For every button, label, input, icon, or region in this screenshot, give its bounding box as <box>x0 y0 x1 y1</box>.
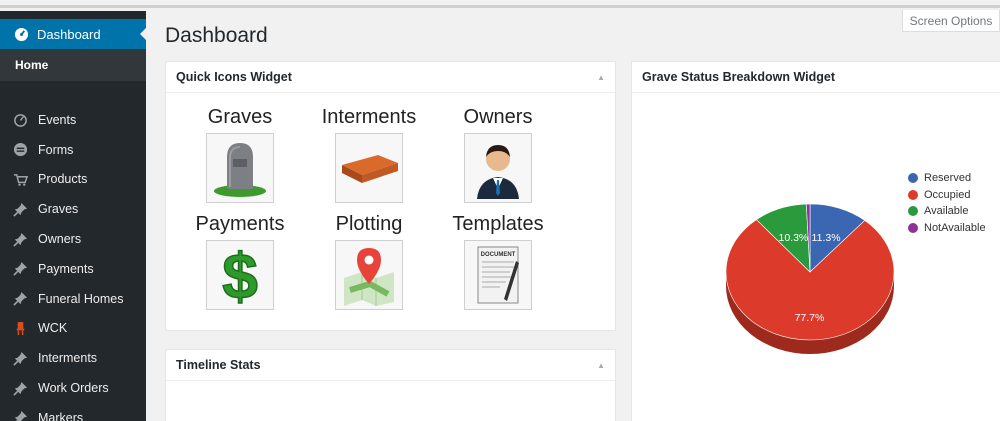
quick-icon-payments[interactable]: Payments $ <box>175 211 305 310</box>
coffin-icon[interactable] <box>335 133 403 203</box>
chart-legend: Reserved Occupied Available NotAvailable <box>908 170 986 236</box>
quick-icon-plotting[interactable]: Plotting <box>304 211 434 310</box>
sidebar-item-label: Graves <box>38 202 79 217</box>
timer-icon <box>12 112 28 128</box>
widget-title: Grave Status Breakdown Widget <box>642 70 835 84</box>
svg-text:$: $ <box>222 242 258 308</box>
widget-title: Quick Icons Widget <box>176 70 292 84</box>
collapse-toggle-icon[interactable]: ▲ <box>597 73 605 82</box>
screen-options-button[interactable]: Screen Options <box>902 10 1000 32</box>
legend-label: Reserved <box>924 172 972 185</box>
pin-icon <box>12 410 28 421</box>
page-title: Dashboard <box>165 24 268 47</box>
sidebar-item-payments[interactable]: Payments <box>0 254 146 284</box>
sidebar-item-wck[interactable]: WCK <box>0 314 146 344</box>
collapse-toggle-icon[interactable]: ▲ <box>597 361 605 370</box>
sidebar-item-label: Work Orders <box>38 381 109 396</box>
sidebar-item-markers[interactable]: Markers <box>0 403 146 421</box>
document-label: DOCUMENT <box>481 252 516 258</box>
legend-item-notavailable[interactable]: NotAvailable <box>908 220 986 237</box>
sidebar-item-products[interactable]: Products <box>0 165 146 195</box>
sidebar-item-home[interactable]: Home <box>0 49 146 81</box>
sidebar-item-label: Events <box>38 112 77 127</box>
legend-item-reserved[interactable]: Reserved <box>908 170 986 187</box>
cart-icon <box>12 171 28 187</box>
legend-swatch <box>908 189 918 200</box>
pin-icon <box>12 350 28 366</box>
quick-icon-graves[interactable]: Graves <box>175 104 305 203</box>
pin-icon <box>12 231 28 247</box>
sidebar-item-work-orders[interactable]: Work Orders <box>0 373 146 403</box>
chair-icon <box>12 320 28 336</box>
sidebar-item-events[interactable]: Events <box>0 105 146 135</box>
map-pin-icon[interactable] <box>335 240 403 310</box>
legend-label: NotAvailable <box>924 221 986 234</box>
quick-icon-label: Payments <box>195 213 285 235</box>
sidebar-item-label: Dashboard <box>37 26 101 42</box>
legend-item-occupied[interactable]: Occupied <box>908 187 986 204</box>
quick-icon-label: Graves <box>207 106 273 128</box>
quick-icon-label: Interments <box>321 106 417 128</box>
sidebar-item-label: Funeral Homes <box>38 291 124 306</box>
forms-icon <box>12 142 28 158</box>
sidebar-item-forms[interactable]: Forms <box>0 135 146 165</box>
legend-swatch <box>908 206 918 217</box>
sidebar-item-label: Markers <box>38 410 84 421</box>
quick-icon-label: Owners <box>463 106 533 128</box>
legend-item-available[interactable]: Available <box>908 203 986 220</box>
sidebar-item-label: Owners <box>38 232 82 247</box>
legend-swatch <box>908 173 918 184</box>
widget-header[interactable]: Grave Status Breakdown Widget <box>632 62 1000 93</box>
dashboard-icon <box>13 26 29 42</box>
quick-icon-templates[interactable]: Templates DOCUMENT <box>433 211 563 310</box>
pin-icon <box>12 380 28 396</box>
admin-sidebar: Dashboard Home Events Forms Products Graves… <box>0 11 147 421</box>
person-icon[interactable] <box>464 133 532 203</box>
sidebar-item-label: Home <box>15 58 49 72</box>
sidebar-item-label: Interments <box>38 351 98 366</box>
legend-label: Available <box>924 205 969 218</box>
document-icon[interactable]: DOCUMENT <box>464 240 532 310</box>
quick-icon-interments[interactable]: Interments <box>304 104 434 203</box>
top-strip <box>0 0 1000 8</box>
sidebar-item-label: Payments <box>38 261 94 276</box>
sidebar-item-interments[interactable]: Interments <box>0 343 146 373</box>
sidebar-menu: Events Forms Products Graves Owners Payments F… <box>0 105 146 421</box>
quick-icon-owners[interactable]: Owners <box>433 104 563 203</box>
widget-title: Timeline Stats <box>176 358 261 372</box>
dollar-icon[interactable]: $ <box>206 240 274 310</box>
quick-icons-widget: Quick Icons Widget ▲ Graves Interments Own… <box>165 61 616 331</box>
quick-icon-label: Templates <box>452 213 544 235</box>
sidebar-item-label: Forms <box>38 142 74 157</box>
legend-swatch <box>908 222 918 233</box>
gravestone-icon[interactable] <box>206 133 274 203</box>
sidebar-item-label: Products <box>38 172 88 187</box>
timeline-stats-widget: Timeline Stats ▲ <box>165 349 616 421</box>
pin-icon <box>12 201 28 217</box>
widget-header[interactable]: Quick Icons Widget ▲ <box>166 62 615 93</box>
sidebar-item-graves[interactable]: Graves <box>0 194 146 224</box>
widget-header[interactable]: Timeline Stats ▲ <box>166 350 615 381</box>
legend-label: Occupied <box>924 188 971 201</box>
quick-icon-label: Plotting <box>335 213 403 235</box>
sidebar-item-dashboard[interactable]: Dashboard <box>0 19 147 49</box>
pin-icon <box>12 291 28 307</box>
sidebar-item-funeral-homes[interactable]: Funeral Homes <box>0 284 146 314</box>
sidebar-item-owners[interactable]: Owners <box>0 224 146 254</box>
sidebar-item-label: WCK <box>38 321 68 336</box>
pin-icon <box>12 261 28 277</box>
grave-status-widget: Grave Status Breakdown Widget <box>631 61 1000 421</box>
